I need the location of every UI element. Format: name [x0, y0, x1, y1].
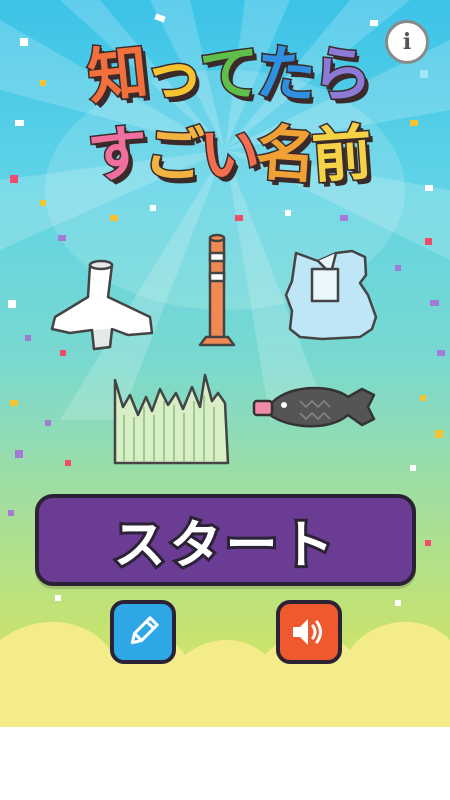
title-char: 前 — [308, 116, 376, 193]
title-char: っ — [140, 36, 208, 113]
title-char: い — [197, 117, 264, 193]
title-char: た — [252, 36, 321, 114]
start-label: スタート — [110, 513, 338, 579]
title-char: ら — [309, 37, 376, 113]
pencil-icon — [130, 616, 159, 645]
speaker-icon — [293, 619, 322, 645]
game-title-logo: 知 っ て た ら す ご い 名 前 — [50, 30, 410, 225]
title-char: す — [84, 116, 153, 194]
tetrapod-illustration — [50, 259, 154, 351]
title-line-1: 知 っ て た ら — [50, 36, 410, 115]
fish-soy-sauce-illustration — [252, 386, 376, 428]
title-char: 名 — [252, 116, 320, 193]
delineator-pole-illustration — [198, 233, 236, 347]
grass-separator-illustration — [113, 373, 230, 465]
bread-clip-illustration — [284, 249, 378, 341]
title-line-2: す ご い 名 前 — [50, 116, 410, 194]
edit-button[interactable] — [110, 600, 176, 664]
title-char: ご — [141, 117, 208, 193]
bottom-clouds — [0, 621, 450, 727]
start-button[interactable]: スタート — [35, 494, 416, 586]
sound-button[interactable] — [276, 600, 342, 664]
item-illustrations — [50, 233, 378, 465]
